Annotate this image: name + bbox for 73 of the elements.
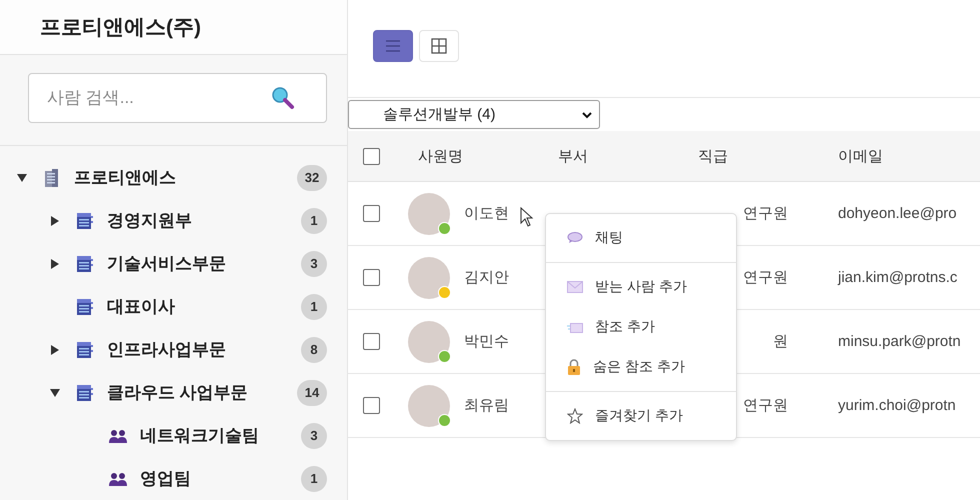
- count-badge: 1: [301, 294, 327, 320]
- menu-item[interactable]: 참조 추가: [546, 307, 736, 347]
- star-icon: [567, 408, 583, 424]
- search-icon[interactable]: [271, 86, 295, 110]
- table-cell-text: 원: [772, 332, 789, 351]
- building-icon: [75, 210, 95, 230]
- triangle-icon[interactable]: [49, 214, 61, 226]
- count-badge: 14: [297, 380, 327, 406]
- row-checkbox[interactable]: [363, 269, 380, 286]
- email-cell-text: yurim.choi@protn: [838, 397, 957, 414]
- tree-item[interactable]: 경영지원부: [107, 209, 301, 232]
- avatar-placeholder: [408, 192, 450, 234]
- count-badge: 32: [297, 164, 327, 190]
- table-cell-text: 연구원: [742, 268, 789, 287]
- envelope-icon: [567, 281, 583, 293]
- speech-bubble-icon: [567, 232, 583, 244]
- count-badge: 1: [301, 208, 327, 234]
- triangle-icon[interactable]: [49, 386, 61, 398]
- employee-name: 최유림: [464, 396, 509, 415]
- tree-item[interactable]: 영업팀: [140, 467, 301, 490]
- grid-icon: [431, 38, 447, 54]
- lock-icon: [567, 359, 581, 375]
- employee-name: 김지안: [464, 268, 509, 287]
- building-icon: [75, 340, 95, 360]
- employee-name: 박민수: [464, 332, 509, 351]
- people-icon: [108, 428, 128, 444]
- column-header: 사원명: [418, 146, 464, 166]
- building-icon: [75, 382, 95, 402]
- count-badge: 3: [301, 250, 327, 276]
- column-header: 직급: [698, 146, 729, 166]
- column-header: 부서: [558, 146, 589, 166]
- search-field[interactable]: 사람 검색...: [28, 73, 327, 123]
- menu-item[interactable]: 숨은 참조 추가: [546, 347, 736, 387]
- tree-item[interactable]: 네트워크기술팀: [140, 424, 301, 447]
- envelope-icon: [567, 321, 583, 333]
- count-badge: 1: [301, 466, 327, 492]
- menu-item[interactable]: 받는 사람 추가: [546, 267, 736, 307]
- avatar-placeholder: [408, 384, 450, 426]
- grid-view-button[interactable]: [419, 30, 459, 62]
- table-cell-text: 연구원: [742, 204, 789, 223]
- people-icon: [108, 470, 128, 486]
- triangle-icon[interactable]: [49, 344, 61, 356]
- tree-item[interactable]: 클라우드 사업부문: [107, 381, 297, 404]
- tree-item[interactable]: 대표이사: [107, 295, 301, 318]
- tree-item[interactable]: 프로티앤에스: [74, 166, 297, 189]
- table-cell-text: 연구원: [742, 396, 789, 415]
- email-cell-text: jian.kim@protns.c: [838, 269, 958, 286]
- row-checkbox[interactable]: [363, 333, 380, 350]
- select-all-checkbox[interactable]: [363, 148, 380, 164]
- column-header: 이메일: [838, 146, 884, 166]
- menu-item[interactable]: 채팅: [546, 218, 736, 258]
- email-cell-text: dohyeon.lee@pro: [838, 205, 958, 222]
- triangle-icon[interactable]: [16, 172, 28, 184]
- row-checkbox[interactable]: [363, 205, 380, 222]
- row-checkbox[interactable]: [363, 397, 380, 414]
- count-badge: 3: [301, 422, 327, 448]
- count-badge: 8: [301, 336, 327, 362]
- employee-name: 이도현: [464, 204, 509, 223]
- mouse-cursor-icon: [520, 207, 534, 227]
- building-icon: [75, 296, 95, 316]
- company-title: 프로티앤에스(주): [40, 15, 201, 41]
- list-icon: [385, 38, 401, 52]
- avatar-placeholder: [408, 320, 450, 362]
- list-view-button[interactable]: [373, 30, 413, 62]
- tree-item[interactable]: 기술서비스부문: [107, 252, 301, 275]
- chevron-down-icon: [581, 110, 593, 118]
- menu-item[interactable]: 즐겨찾기 추가: [546, 396, 736, 436]
- email-cell-text: minsu.park@protn: [838, 333, 962, 350]
- department-dropdown[interactable]: 솔루션개발부 (4): [348, 100, 600, 129]
- triangle-icon[interactable]: [49, 258, 61, 270]
- avatar-placeholder: [408, 256, 450, 298]
- building-icon: [75, 254, 95, 274]
- tree-item[interactable]: 인프라사업부문: [107, 338, 301, 361]
